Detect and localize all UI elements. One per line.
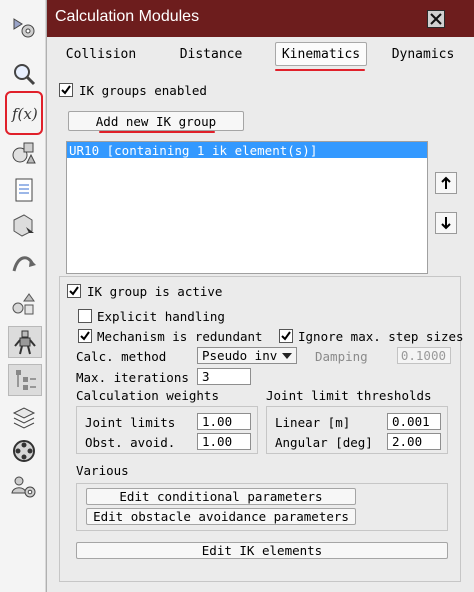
tab-collision[interactable]: Collision — [61, 42, 141, 66]
user-settings-icon[interactable] — [8, 472, 40, 502]
chevron-down-icon — [282, 352, 292, 359]
scene-hierarchy-icon[interactable] — [8, 364, 42, 396]
ik-groups-enabled-checkbox[interactable] — [59, 83, 73, 97]
window-title: Calculation Modules — [55, 8, 200, 25]
annotation-underline — [275, 69, 365, 71]
ik-group-active-checkbox[interactable] — [67, 284, 81, 298]
max-iterations-field[interactable]: 3 — [197, 368, 251, 385]
title-bar: Calculation Modules — [47, 0, 474, 37]
left-toolbar: f(x) — [0, 0, 46, 592]
mechanism-redundant-label: Mechanism is redundant — [97, 329, 263, 344]
cube-select-icon[interactable] — [8, 210, 40, 240]
ik-group-active-label: IK group is active — [87, 284, 223, 299]
move-down-button[interactable] — [435, 212, 457, 234]
arrow-up-icon — [441, 176, 451, 189]
arrow-down-icon — [441, 217, 451, 230]
annotation-underline — [99, 131, 215, 133]
move-up-button[interactable] — [435, 172, 457, 194]
calculation-modules-window: Calculation Modules Collision Distance K… — [46, 0, 474, 592]
document-icon[interactable] — [8, 175, 40, 205]
checkmark-icon — [80, 331, 90, 341]
obstacle-avoid-field[interactable]: 1.00 — [197, 433, 251, 450]
damping-label: Damping — [315, 349, 368, 364]
ignore-max-step-checkbox[interactable] — [279, 329, 293, 343]
ik-group-list[interactable]: UR10 [containing 1 ik element(s)] — [66, 141, 428, 274]
checkmark-icon — [61, 85, 71, 95]
calculation-modules-icon[interactable]: f(x) — [5, 91, 43, 135]
ik-groups-enabled-label: IK groups enabled — [79, 83, 207, 98]
model-browser-icon[interactable] — [8, 290, 40, 320]
layers-icon[interactable] — [8, 402, 40, 432]
joint-limit-thresholds-title: Joint limit thresholds — [266, 388, 432, 403]
list-item[interactable]: UR10 [containing 1 ik element(s)] — [67, 142, 427, 158]
path-icon[interactable] — [8, 248, 40, 278]
checkmark-icon — [281, 331, 291, 341]
ignore-max-step-label: Ignore max. step sizes — [298, 329, 464, 344]
magnifier-icon[interactable] — [8, 60, 40, 90]
calc-method-label: Calc. method — [76, 349, 167, 364]
robot-icon[interactable] — [8, 326, 42, 358]
tab-dynamics[interactable]: Dynamics — [383, 42, 463, 66]
damping-field[interactable]: 0.1000 — [397, 347, 451, 364]
linear-label: Linear [m] — [275, 415, 351, 430]
explicit-handling-checkbox[interactable] — [78, 309, 92, 323]
tab-kinematics[interactable]: Kinematics — [275, 42, 367, 66]
video-recorder-icon[interactable] — [8, 436, 40, 466]
joint-limits-field[interactable]: 1.00 — [197, 413, 251, 430]
calc-method-dropdown[interactable]: Pseudo inv — [197, 347, 297, 364]
fx-glyph: f(x) — [11, 105, 38, 123]
shapes-icon[interactable] — [8, 138, 40, 168]
calculation-weights-title: Calculation weights — [76, 388, 219, 403]
linear-threshold-field[interactable]: 0.001 — [387, 413, 441, 430]
mechanism-redundant-checkbox[interactable] — [78, 329, 92, 343]
close-button[interactable] — [427, 10, 445, 28]
various-title: Various — [76, 463, 129, 478]
edit-conditional-parameters-button[interactable]: Edit conditional parameters — [86, 488, 356, 505]
joint-limits-label: Joint limits — [85, 415, 176, 430]
checkmark-icon — [69, 286, 79, 296]
close-icon — [430, 13, 442, 25]
simulation-settings-icon[interactable] — [8, 12, 40, 42]
explicit-handling-label: Explicit handling — [97, 309, 225, 324]
edit-obstacle-avoidance-button[interactable]: Edit obstacle avoidance parameters — [86, 508, 356, 525]
max-iterations-label: Max. iterations — [76, 370, 189, 385]
angular-label: Angular [deg] — [275, 435, 373, 450]
obstacle-avoid-label: Obst. avoid. — [85, 435, 176, 450]
calc-method-value: Pseudo inv — [202, 348, 278, 363]
angular-threshold-field[interactable]: 2.00 — [387, 433, 441, 450]
add-ik-group-button[interactable]: Add new IK group — [68, 111, 244, 131]
edit-ik-elements-button[interactable]: Edit IK elements — [76, 542, 448, 559]
tab-distance[interactable]: Distance — [171, 42, 251, 66]
